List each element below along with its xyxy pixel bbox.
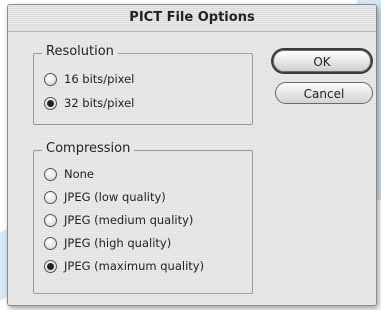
ok-button[interactable]: OK <box>273 50 371 72</box>
page: PICT File Options Resolution 16 bits/pix… <box>0 0 381 310</box>
radio-button[interactable] <box>44 167 57 181</box>
radio-label: None <box>64 167 95 181</box>
dialog-titlebar: PICT File Options <box>8 5 376 32</box>
radio-option-16-bits[interactable]: 16 bits/pixel <box>44 70 134 88</box>
radio-option-jpeg-high[interactable]: JPEG (high quality) <box>44 234 171 252</box>
compression-group: Compression None JPEG (low quality) JPEG… <box>33 141 253 294</box>
radio-button[interactable] <box>44 236 57 250</box>
cancel-button[interactable]: Cancel <box>275 82 373 104</box>
radio-label: 16 bits/pixel <box>64 72 135 86</box>
radio-option-jpeg-medium[interactable]: JPEG (medium quality) <box>44 211 193 229</box>
resolution-legend: Resolution <box>42 44 118 59</box>
radio-label: JPEG (low quality) <box>64 190 166 204</box>
dialog-title: PICT File Options <box>129 10 255 25</box>
resolution-group: Resolution 16 bits/pixel 32 bits/pixel <box>33 44 253 125</box>
radio-button-selected[interactable] <box>44 259 57 273</box>
radio-option-32-bits[interactable]: 32 bits/pixel <box>44 94 134 112</box>
radio-option-jpeg-maximum[interactable]: JPEG (maximum quality) <box>44 257 204 275</box>
radio-button[interactable] <box>44 213 57 227</box>
radio-label: 32 bits/pixel <box>64 96 135 110</box>
radio-label: JPEG (high quality) <box>64 236 172 250</box>
radio-option-none[interactable]: None <box>44 165 94 183</box>
radio-button[interactable] <box>44 72 57 86</box>
radio-label: JPEG (medium quality) <box>64 213 194 227</box>
compression-legend: Compression <box>42 141 135 156</box>
radio-label: JPEG (maximum quality) <box>64 259 205 273</box>
radio-button[interactable] <box>44 190 57 204</box>
pict-file-options-dialog: PICT File Options Resolution 16 bits/pix… <box>7 4 377 306</box>
radio-option-jpeg-low[interactable]: JPEG (low quality) <box>44 188 166 206</box>
radio-button-selected[interactable] <box>44 96 57 110</box>
